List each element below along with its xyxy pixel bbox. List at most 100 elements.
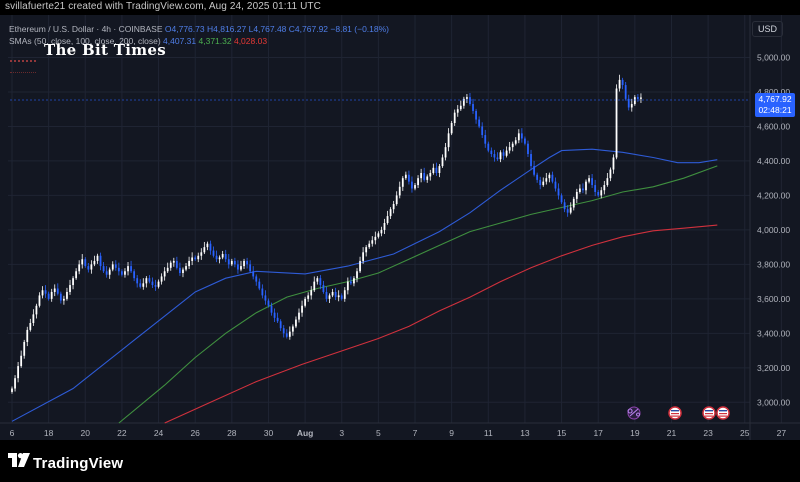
candle-body	[17, 366, 20, 379]
candle-body	[633, 97, 636, 105]
candle-body	[224, 254, 227, 260]
candle-body	[472, 104, 474, 111]
candle-body	[237, 264, 239, 270]
candle-body	[93, 260, 96, 265]
candle-body	[35, 305, 38, 315]
candle-body	[572, 198, 575, 208]
candle-body	[246, 260, 248, 265]
candle-body	[307, 295, 310, 299]
symbol-name[interactable]: Ethereum / U.S. Dollar · 4h · COINBASE	[9, 24, 163, 34]
candle-body	[533, 166, 535, 175]
candle-body	[56, 288, 59, 294]
candle-body	[11, 388, 13, 392]
candle-body	[169, 262, 172, 268]
candle-body	[124, 271, 126, 275]
candle-body	[441, 157, 444, 167]
x-tick-label: 15	[557, 428, 567, 438]
x-tick-label: 11	[484, 428, 493, 438]
candle-body	[420, 173, 423, 179]
candle-body	[96, 255, 99, 261]
candle-body	[536, 174, 539, 180]
candle-body	[517, 133, 520, 141]
candle-body	[588, 178, 590, 182]
candle-body	[383, 223, 386, 230]
candle-body	[362, 252, 365, 261]
x-tick-label: 22	[117, 428, 127, 438]
candle-body	[511, 143, 514, 148]
candle-body	[514, 140, 517, 144]
candle-body	[356, 271, 358, 279]
candle-body	[23, 341, 26, 356]
candle-body	[252, 271, 255, 277]
price-chart[interactable]: 3,000.00 3,200.00 3,400.00 3,600.00 3,800.00…	[0, 15, 800, 440]
open-value: O4,776.73	[164, 24, 205, 34]
event-us-flag-icon[interactable]	[668, 406, 682, 420]
candle-body	[600, 190, 603, 196]
candle-body	[493, 154, 496, 158]
candle-body	[258, 281, 261, 289]
y-tick-label: 3,600.00	[757, 294, 790, 304]
candle-body	[359, 260, 361, 272]
candle-body	[508, 147, 511, 151]
candle-body	[136, 278, 139, 284]
candle-body	[447, 133, 450, 148]
x-tick-label: 7	[413, 428, 418, 438]
candle-body	[233, 260, 236, 265]
candle-body	[365, 247, 368, 253]
candle-body	[90, 264, 93, 270]
candle-body	[389, 209, 392, 217]
candle-body	[148, 278, 151, 282]
currency-label[interactable]: USD	[752, 21, 784, 37]
candle-body	[227, 259, 230, 265]
candle-body	[325, 291, 328, 299]
candle-body	[627, 98, 630, 108]
y-tick-label: 5,000.00	[757, 52, 790, 62]
candle-body	[114, 264, 117, 268]
candle-body	[417, 178, 419, 186]
candle-body	[404, 174, 407, 179]
candle-body	[157, 281, 160, 287]
candle-body	[423, 173, 426, 180]
candle-body	[640, 97, 642, 99]
candle-body	[59, 293, 62, 301]
y-tick-label: 4,000.00	[757, 225, 790, 235]
chart-frame[interactable]: 3,000.00 3,200.00 3,400.00 3,600.00 3,800.00…	[0, 15, 800, 440]
candle-body	[636, 97, 639, 99]
candle-body	[38, 295, 41, 306]
candle-body	[450, 123, 453, 134]
event-us-flag-icon[interactable]	[702, 406, 716, 420]
candle-body	[343, 290, 346, 299]
watermark-text: The Bit Times	[44, 41, 166, 59]
candle-body	[218, 257, 221, 260]
candle-body	[209, 243, 212, 251]
candle-body	[145, 278, 148, 284]
symbol-legend[interactable]: Ethereum / U.S. Dollar · 4h · COINBASE O…	[9, 24, 389, 34]
candle-body	[87, 266, 90, 270]
candle-body	[487, 143, 490, 151]
candle-body	[380, 229, 383, 234]
last-price-tag: 4,767.92 02:48:21	[755, 93, 795, 117]
candle-body	[203, 247, 206, 253]
x-tick-label: 18	[44, 428, 54, 438]
x-tick-label: 21	[667, 428, 677, 438]
candle-body	[221, 254, 224, 258]
candle-body	[230, 260, 233, 265]
sma100-value: 4,371.32	[198, 36, 232, 46]
candle-body	[456, 109, 459, 113]
candle-body	[615, 88, 618, 158]
candle-body	[502, 152, 505, 156]
event-us-flag-icon[interactable]	[716, 406, 730, 420]
candle-body	[188, 260, 190, 267]
close-value: C4,767.92	[288, 24, 329, 34]
candle-body	[215, 255, 218, 260]
candle-body	[337, 295, 340, 298]
candle-body	[469, 97, 471, 105]
candle-body	[563, 202, 566, 210]
candle-body	[117, 267, 120, 272]
candle-body	[261, 288, 264, 296]
watermark-logo	[10, 60, 36, 73]
x-tick-label: 23	[703, 428, 713, 438]
candle-body	[496, 157, 499, 160]
candle-body	[591, 178, 593, 186]
candle-body	[154, 285, 157, 287]
